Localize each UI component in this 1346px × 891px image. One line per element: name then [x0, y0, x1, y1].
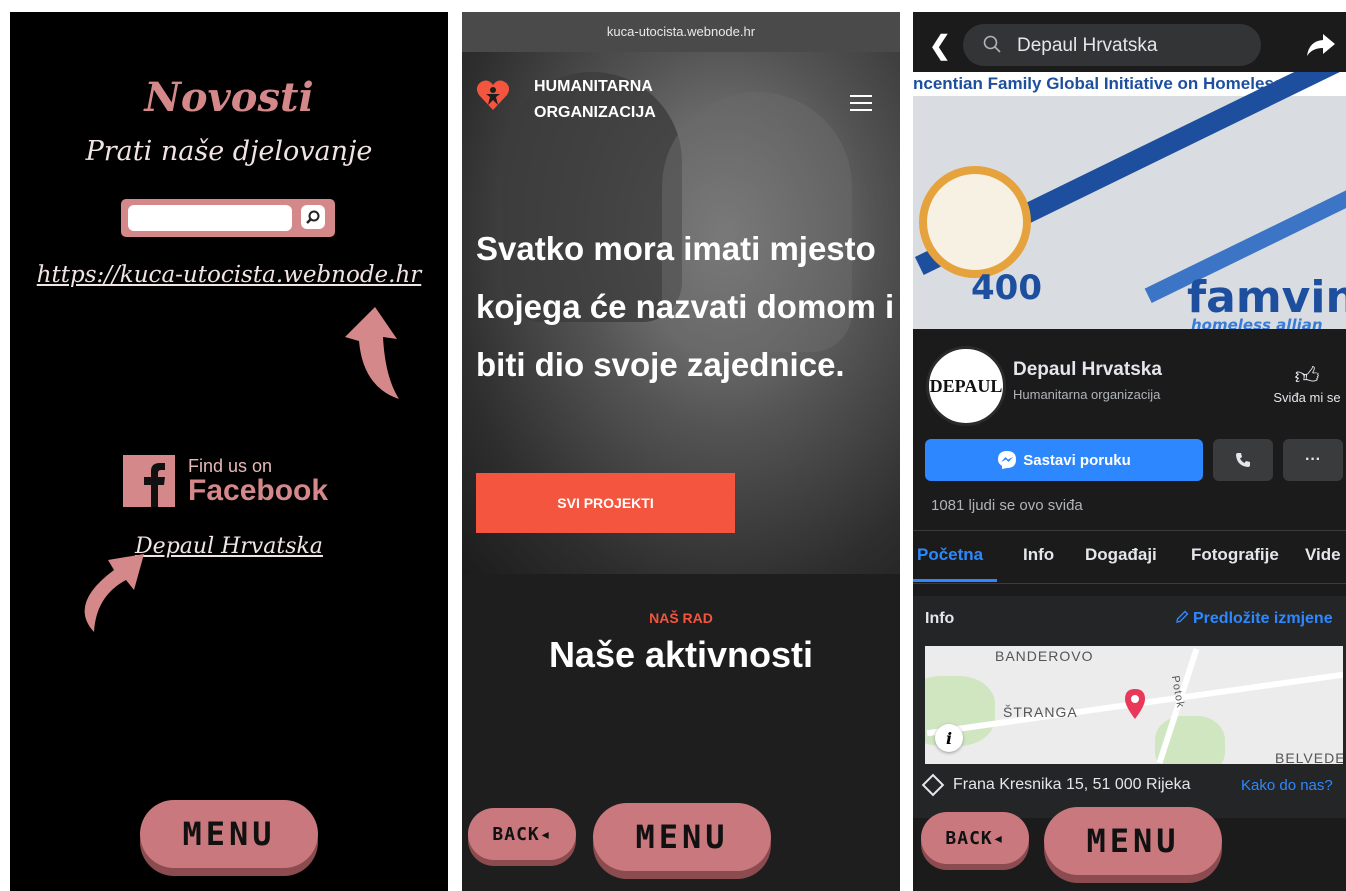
- directions-link[interactable]: Kako do nas?: [1241, 777, 1333, 794]
- page-name[interactable]: Depaul Hrvatska: [1013, 359, 1162, 381]
- facebook-search-value: Depaul Hrvatska: [1017, 35, 1158, 56]
- section-title: Naše aktivnosti: [548, 634, 814, 675]
- likes-count: 1081 ljudi se ovo sviđa: [931, 497, 1083, 514]
- facebook-badge[interactable]: Find us on Facebook: [123, 455, 353, 511]
- thumbs-up-icon: 👍︎: [1294, 363, 1320, 390]
- like-button[interactable]: 👍︎ Sviđa mi se: [1267, 363, 1346, 406]
- menu-button[interactable]: MENU: [1044, 807, 1222, 875]
- heart-logo-icon: [476, 80, 510, 110]
- send-message-label: Sastavi poruku: [1023, 451, 1131, 469]
- news-subtitle: Prati naše djelovanje: [85, 136, 373, 167]
- send-message-button[interactable]: Sastavi poruku: [925, 439, 1203, 481]
- news-title: Novosti: [144, 74, 314, 121]
- facebook-panel: ❮ Depaul Hrvatska ncentian Family Global…: [913, 12, 1346, 891]
- pencil-icon: [1176, 610, 1189, 623]
- cover-photo: ncentian Family Global Initiative on Hom…: [913, 72, 1346, 329]
- tab-pocetna[interactable]: Početna: [917, 545, 983, 565]
- arrow-up-icon: [345, 307, 399, 399]
- directions-icon: [921, 773, 945, 797]
- map-label-banderovo: BANDEROVO: [995, 648, 1094, 664]
- search-icon: [306, 210, 320, 224]
- search-box: [121, 199, 335, 237]
- avatar[interactable]: DEPAUL: [926, 346, 1006, 426]
- suggest-edit-label: Predložite izmjene: [1193, 610, 1333, 627]
- facebook-search-bar[interactable]: Depaul Hrvatska: [963, 24, 1261, 66]
- tab-info[interactable]: Info: [1023, 545, 1054, 565]
- map-label-stranga: ŠTRANGA: [1003, 704, 1078, 720]
- messenger-icon: [998, 451, 1017, 469]
- search-icon: [983, 35, 1001, 53]
- map-label-belveder: BELVEDER: [1275, 750, 1343, 764]
- page-category: Humanitarna organizacija: [1013, 387, 1161, 402]
- facebook-badge-line2: Facebook: [188, 474, 329, 507]
- address-text: Frana Kresnika 15, 51 000 Rijeka: [953, 776, 1191, 793]
- anniversary-medal: [919, 166, 1031, 278]
- like-label: Sviđa mi se: [1273, 390, 1341, 405]
- facebook-topbar: ❮ Depaul Hrvatska: [913, 12, 1346, 72]
- address: Frana Kresnika 15, 51 000 Rijeka: [921, 773, 1191, 797]
- hero-slogan: Svatko mora imati mjesto kojega će nazva…: [476, 230, 895, 383]
- search-button[interactable]: [301, 205, 325, 229]
- active-tab-indicator: [913, 579, 997, 582]
- arrow-up-right-icon: [84, 554, 144, 632]
- news-panel: Novosti Prati naše djelovanje https://ku…: [10, 12, 448, 891]
- location-map[interactable]: BANDEROVO ŠTRANGA Potok BELVEDER i: [925, 646, 1343, 764]
- tab-videos[interactable]: Vide: [1305, 545, 1341, 565]
- cover-brand-sub: homeless allian: [1191, 316, 1323, 329]
- facebook-icon: [123, 455, 175, 507]
- back-chevron-icon[interactable]: ❮: [929, 30, 951, 61]
- menu-button[interactable]: MENU: [593, 803, 771, 871]
- suggest-edit-link[interactable]: Predložite izmjene: [1175, 610, 1333, 628]
- share-icon[interactable]: [1306, 32, 1336, 58]
- menu-button[interactable]: MENU: [140, 800, 318, 868]
- back-button[interactable]: BACK◂: [468, 808, 576, 860]
- back-button[interactable]: BACK◂: [921, 812, 1029, 864]
- call-button[interactable]: [1213, 439, 1273, 481]
- map-info-icon[interactable]: i: [935, 724, 963, 752]
- map-pin-icon: [1125, 689, 1145, 719]
- tab-fotografije[interactable]: Fotografije: [1191, 545, 1279, 565]
- more-options-icon[interactable]: ···: [1283, 439, 1343, 481]
- website-link[interactable]: https://kuca-utocista.webnode.hr: [10, 262, 448, 288]
- info-section: Info Predložite izmjene BANDEROVO ŠTRANG…: [913, 596, 1346, 818]
- org-name-line2: ORGANIZACIJA: [534, 104, 656, 121]
- search-input[interactable]: [128, 205, 292, 231]
- org-name: HUMANITARNA ORGANIZACIJA: [534, 74, 656, 126]
- phone-icon: [1236, 453, 1250, 467]
- all-projects-button[interactable]: SVI PROJEKTI: [476, 473, 735, 533]
- cover-year: 400: [971, 268, 1042, 308]
- page-tabs: Početna Info Događaji Fotografije Vide: [913, 530, 1346, 584]
- hamburger-menu-icon[interactable]: [850, 90, 872, 116]
- url-bar[interactable]: kuca-utocista.webnode.hr: [462, 12, 900, 52]
- tab-dogadaji[interactable]: Događaji: [1085, 545, 1157, 565]
- info-heading: Info: [925, 610, 955, 627]
- section-kicker: NAŠ RAD: [649, 610, 713, 626]
- org-name-line1: HUMANITARNA: [534, 78, 653, 95]
- website-panel: kuca-utocista.webnode.hr HUMANITARNA ORG…: [462, 12, 900, 891]
